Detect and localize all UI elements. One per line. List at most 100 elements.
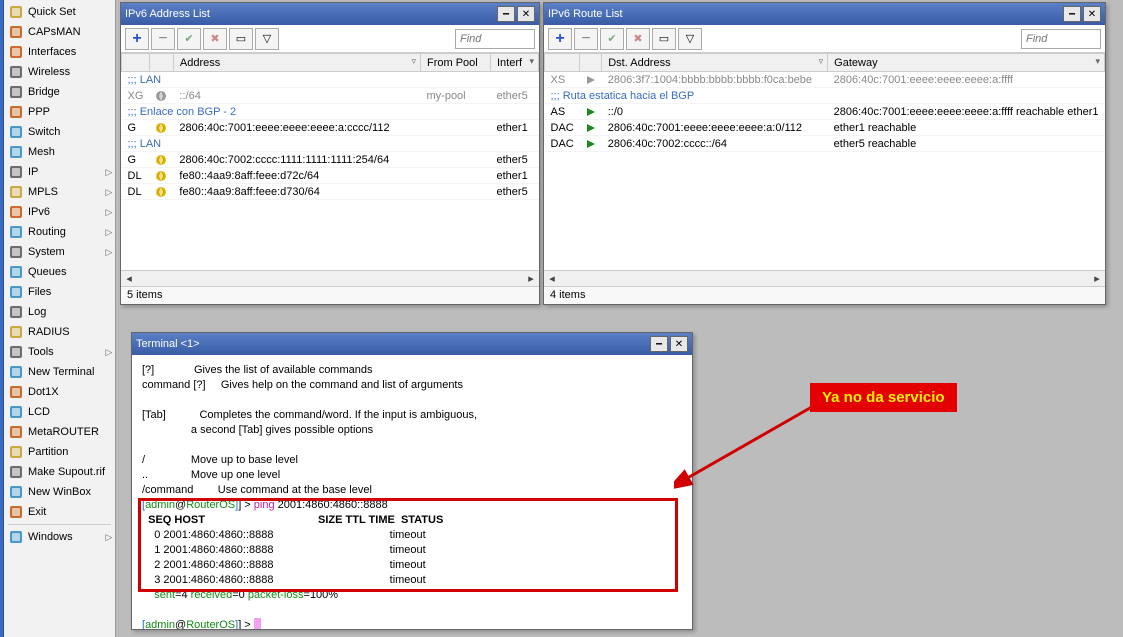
menu-item-new-winbox[interactable]: New WinBox	[6, 482, 115, 502]
filter-button[interactable]: ▽	[678, 28, 702, 50]
menu-item-bridge[interactable]: Bridge	[6, 82, 115, 102]
t-help1: [?] Gives the list of available commands	[142, 364, 372, 376]
menu-item-ipv6[interactable]: IPv6▷	[6, 202, 115, 222]
chevron-right-icon: ▷	[105, 532, 113, 543]
dot1x-icon	[8, 384, 24, 400]
disable-button[interactable]: ✖	[203, 28, 227, 50]
flag-cell: G	[122, 120, 150, 136]
menu-item-wireless[interactable]: Wireless	[6, 62, 115, 82]
intf-cell: ether5	[491, 152, 539, 168]
col-header[interactable]: Interf▾	[491, 54, 539, 72]
col-header[interactable]	[149, 54, 173, 72]
route-grid: Dst. Address▿Gateway▾ XS2806:3f7:1004:bb…	[544, 53, 1105, 270]
table-row[interactable]: XS2806:3f7:1004:bbbb:bbbb:bbbb:f0ca:bebe…	[545, 72, 1105, 88]
menu-item-interfaces[interactable]: Interfaces	[6, 42, 115, 62]
pool-cell	[421, 184, 491, 200]
table-row[interactable]: G2806:40c:7002:cccc:1111:1111:1111:254/6…	[122, 152, 539, 168]
flag-cell: DAC	[545, 120, 580, 136]
add-button[interactable]: +	[548, 28, 572, 50]
address-icon	[149, 152, 173, 168]
menu-label: Tools	[28, 346, 105, 358]
table-row[interactable]: DLfe80::4aa9:8aff:feee:d72c/64ether1	[122, 168, 539, 184]
disable-button[interactable]: ✖	[626, 28, 650, 50]
find-input[interactable]	[1021, 29, 1101, 49]
add-button[interactable]: +	[125, 28, 149, 50]
gw-cell: 2806:40c:7001:eeee:eeee:eeee:a:ffff	[828, 72, 1105, 88]
table-row[interactable]: ;;; LAN	[122, 72, 539, 88]
menu-item-make-supout-rif[interactable]: Make Supout.rif	[6, 462, 115, 482]
menu-item-exit[interactable]: Exit	[6, 502, 115, 522]
menu-item-new-terminal[interactable]: New Terminal	[6, 362, 115, 382]
table-row[interactable]: AS::/02806:40c:7001:eeee:eeee:eeee:a:fff…	[545, 104, 1105, 120]
menu-item-lcd[interactable]: LCD	[6, 402, 115, 422]
window-close-button[interactable]: ✕	[670, 336, 688, 352]
address-icon	[149, 88, 173, 104]
filter-button[interactable]: ▽	[255, 28, 279, 50]
window-close-button[interactable]: ✕	[517, 6, 535, 22]
menu-item-metarouter[interactable]: MetaROUTER	[6, 422, 115, 442]
window-min-button[interactable]: 🗕	[1063, 6, 1081, 22]
table-row[interactable]: DAC2806:40c:7002:cccc::/64ether5 reachab…	[545, 136, 1105, 152]
flag-cell: XG	[122, 88, 150, 104]
menu-item-mesh[interactable]: Mesh	[6, 142, 115, 162]
menu-item-queues[interactable]: Queues	[6, 262, 115, 282]
window-ipv6-address-list: IPv6 Address List 🗕 ✕ + − ✔ ✖ ▭ ▽ Addres…	[120, 2, 540, 305]
window-titlebar[interactable]: IPv6 Address List 🗕 ✕	[121, 3, 539, 25]
comment-button[interactable]: ▭	[229, 28, 253, 50]
col-header[interactable]	[580, 54, 602, 72]
menu-item-files[interactable]: Files	[6, 282, 115, 302]
menu-item-mpls[interactable]: MPLS▷	[6, 182, 115, 202]
hscrollbar[interactable]: ◂▸	[121, 270, 539, 286]
menu-item-routing[interactable]: Routing▷	[6, 222, 115, 242]
flag-cell: DL	[122, 184, 150, 200]
menu-item-ip[interactable]: IP▷	[6, 162, 115, 182]
col-header[interactable]	[545, 54, 580, 72]
gw-cell: ether1 reachable	[828, 120, 1105, 136]
menu-item-switch[interactable]: Switch	[6, 122, 115, 142]
pool-cell	[421, 168, 491, 184]
comment-button[interactable]: ▭	[652, 28, 676, 50]
menu-item-partition[interactable]: Partition	[6, 442, 115, 462]
menu-item-ppp[interactable]: PPP	[6, 102, 115, 122]
table-row[interactable]: XG::/64my-poolether5	[122, 88, 539, 104]
col-header[interactable]	[122, 54, 150, 72]
menu-item-windows[interactable]: Windows▷	[6, 527, 115, 547]
enable-button[interactable]: ✔	[600, 28, 624, 50]
table-row[interactable]: ;;; Ruta estatica hacia el BGP	[545, 88, 1105, 104]
menu-item-radius[interactable]: RADIUS	[6, 322, 115, 342]
menu-label: Interfaces	[28, 46, 115, 58]
menu-label: PPP	[28, 106, 115, 118]
col-header[interactable]: Gateway▾	[828, 54, 1105, 72]
remove-button[interactable]: −	[574, 28, 598, 50]
terminal-body[interactable]: [?] Gives the list of available commands…	[132, 355, 692, 629]
find-input[interactable]	[455, 29, 535, 49]
menu-item-capsman[interactable]: CAPsMAN	[6, 22, 115, 42]
table-row[interactable]: ;;; LAN	[122, 136, 539, 152]
table-row[interactable]: G2806:40c:7001:eeee:eeee:eeee:a:cccc/112…	[122, 120, 539, 136]
remove-button[interactable]: −	[151, 28, 175, 50]
table-row[interactable]: DAC2806:40c:7001:eeee:eeee:eeee:a:0/112e…	[545, 120, 1105, 136]
window-close-button[interactable]: ✕	[1083, 6, 1101, 22]
menu-item-system[interactable]: System▷	[6, 242, 115, 262]
table-row[interactable]: ;;; Enlace con BGP - 2	[122, 104, 539, 120]
route-icon	[580, 136, 602, 152]
window-titlebar[interactable]: IPv6 Route List 🗕 ✕	[544, 3, 1105, 25]
col-header[interactable]: From Pool	[421, 54, 491, 72]
menu-item-dot1x[interactable]: Dot1X	[6, 382, 115, 402]
ifaces-icon	[8, 44, 24, 60]
menu-item-quick-set[interactable]: Quick Set	[6, 2, 115, 22]
window-min-button[interactable]: 🗕	[497, 6, 515, 22]
window-min-button[interactable]: 🗕	[650, 336, 668, 352]
intf-cell: ether1	[491, 120, 539, 136]
log-icon	[8, 304, 24, 320]
routing-icon	[8, 224, 24, 240]
enable-button[interactable]: ✔	[177, 28, 201, 50]
col-header[interactable]: Dst. Address▿	[602, 54, 828, 72]
menu-item-log[interactable]: Log	[6, 302, 115, 322]
table-row[interactable]: DLfe80::4aa9:8aff:feee:d730/64ether5	[122, 184, 539, 200]
menu-item-tools[interactable]: Tools▷	[6, 342, 115, 362]
sort-icon: ▾	[529, 56, 534, 67]
col-header[interactable]: Address▿	[173, 54, 420, 72]
hscrollbar[interactable]: ◂▸	[544, 270, 1105, 286]
window-titlebar[interactable]: Terminal <1> 🗕 ✕	[132, 333, 692, 355]
